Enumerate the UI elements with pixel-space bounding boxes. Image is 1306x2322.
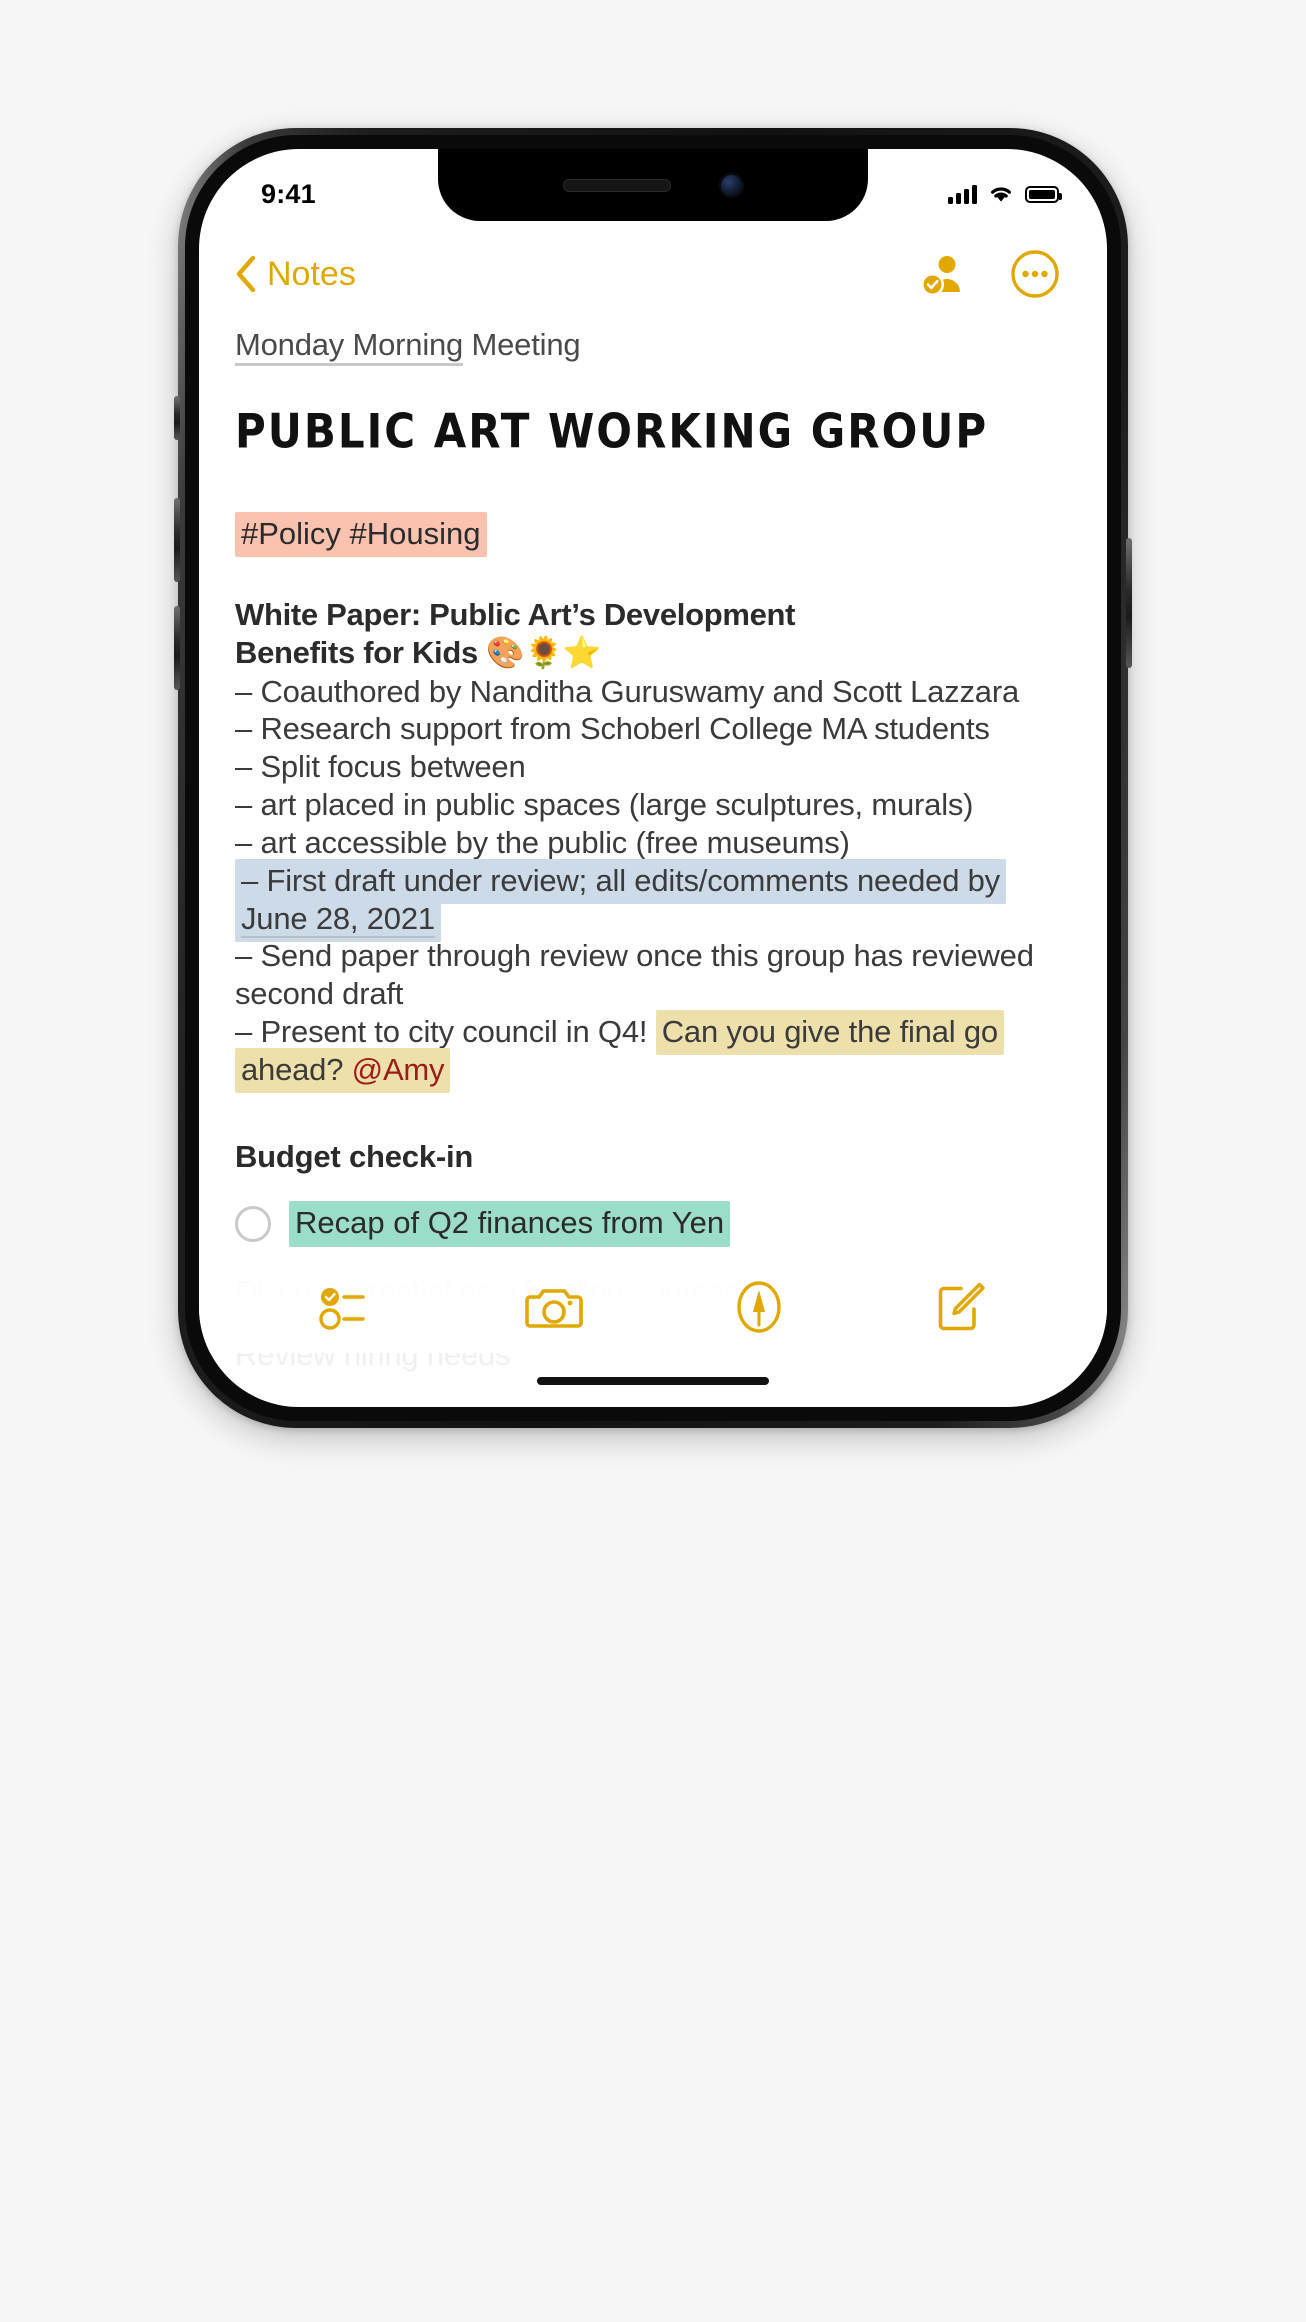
person-checkmark-icon[interactable] <box>917 248 969 300</box>
blue-highlight[interactable]: – First draft under review; all edits/co… <box>235 858 1006 942</box>
bullet-item: – Split focus between <box>235 749 526 785</box>
silent-switch[interactable] <box>174 396 180 440</box>
ellipsis-circle-icon[interactable] <box>1009 248 1061 300</box>
note-heading-line1: White Paper: Public Art’s Development <box>235 597 796 632</box>
checklist-item-label: Recap of Q2 finances from Yen <box>289 1200 731 1247</box>
bullet-item-highlighted-yellow: – Present to city council in Q4! Can you… <box>235 1009 1071 1093</box>
device-bezel: 9:41 Notes Monday Morning Meeting PUBLIC… <box>185 135 1121 1421</box>
q4-plain-text: – Present to city council in Q4! <box>235 1013 656 1049</box>
blue-highlight-text: – First draft under review; all edits/co… <box>241 862 1000 898</box>
bullet-item: – Send paper through review once this gr… <box>235 938 1034 1012</box>
navigation-bar: Notes <box>199 235 1107 313</box>
status-icons <box>948 184 1062 204</box>
bullet-item: – Research support from Schoberl College… <box>235 711 990 747</box>
date-detector-link[interactable]: June 28, 2021 <box>241 900 435 938</box>
home-indicator[interactable] <box>537 1377 769 1385</box>
bullet-item: – Coauthored by Nanditha Guruswamy and S… <box>235 673 1019 709</box>
chevron-left-icon <box>236 255 256 293</box>
checklist-row[interactable]: Recap of Q2 finances from Yen <box>235 1200 1071 1247</box>
screenshot-canvas: 9:41 Notes Monday Morning Meeting PUBLIC… <box>0 0 1306 2322</box>
note-subtitle-underlined: Monday Morning <box>235 327 463 366</box>
compose-icon[interactable] <box>934 1280 988 1334</box>
nav-actions <box>917 248 1061 300</box>
note-heading-line2: Benefits for Kids <box>235 634 487 670</box>
note-subtitle-rest: Meeting <box>463 327 581 362</box>
sub-bullet-item: – art accessible by the public (free mus… <box>235 824 850 860</box>
heading-emoji: 🎨🌻⭐ <box>486 634 602 671</box>
back-to-notes-button[interactable]: Notes <box>235 255 356 294</box>
battery-full-icon <box>1025 185 1062 203</box>
volume-up-button[interactable] <box>174 498 180 582</box>
power-button[interactable] <box>1126 538 1132 668</box>
bottom-toolbar <box>199 1261 1107 1353</box>
phone-screen: 9:41 Notes Monday Morning Meeting PUBLIC… <box>199 149 1107 1407</box>
wifi-icon <box>991 187 1011 202</box>
cellular-signal-icon <box>948 184 977 204</box>
note-content[interactable]: Monday Morning Meeting PUBLIC ART WORKIN… <box>199 317 1107 1407</box>
tags-highlight[interactable]: #Policy #Housing <box>235 512 487 557</box>
camera-icon[interactable] <box>525 1281 584 1333</box>
checkbox-unchecked-icon[interactable] <box>235 1205 271 1242</box>
iphone-device-frame: 9:41 Notes Monday Morning Meeting PUBLIC… <box>174 128 1132 1428</box>
note-subtitle: Monday Morning Meeting <box>235 327 1071 366</box>
note-tags: #Policy #Housing <box>235 512 1071 557</box>
sub-bullet-item: – art placed in public spaces (large scu… <box>235 787 974 823</box>
section-heading-budget: Budget check-in <box>235 1138 474 1174</box>
markup-pen-icon[interactable] <box>733 1280 785 1334</box>
back-label: Notes <box>267 254 356 293</box>
mention-amy[interactable]: @Amy <box>352 1052 445 1087</box>
note-title: PUBLIC ART WORKING GROUP <box>235 404 989 459</box>
volume-down-button[interactable] <box>174 606 180 690</box>
bullet-item-highlighted-blue: – First draft under review; all edits/co… <box>235 858 1071 942</box>
status-bar: 9:41 <box>199 149 1107 221</box>
note-heading: White Paper: Public Art’s Development Be… <box>235 596 1071 673</box>
checklist-icon[interactable] <box>318 1282 376 1332</box>
status-time: 9:41 <box>261 178 316 209</box>
